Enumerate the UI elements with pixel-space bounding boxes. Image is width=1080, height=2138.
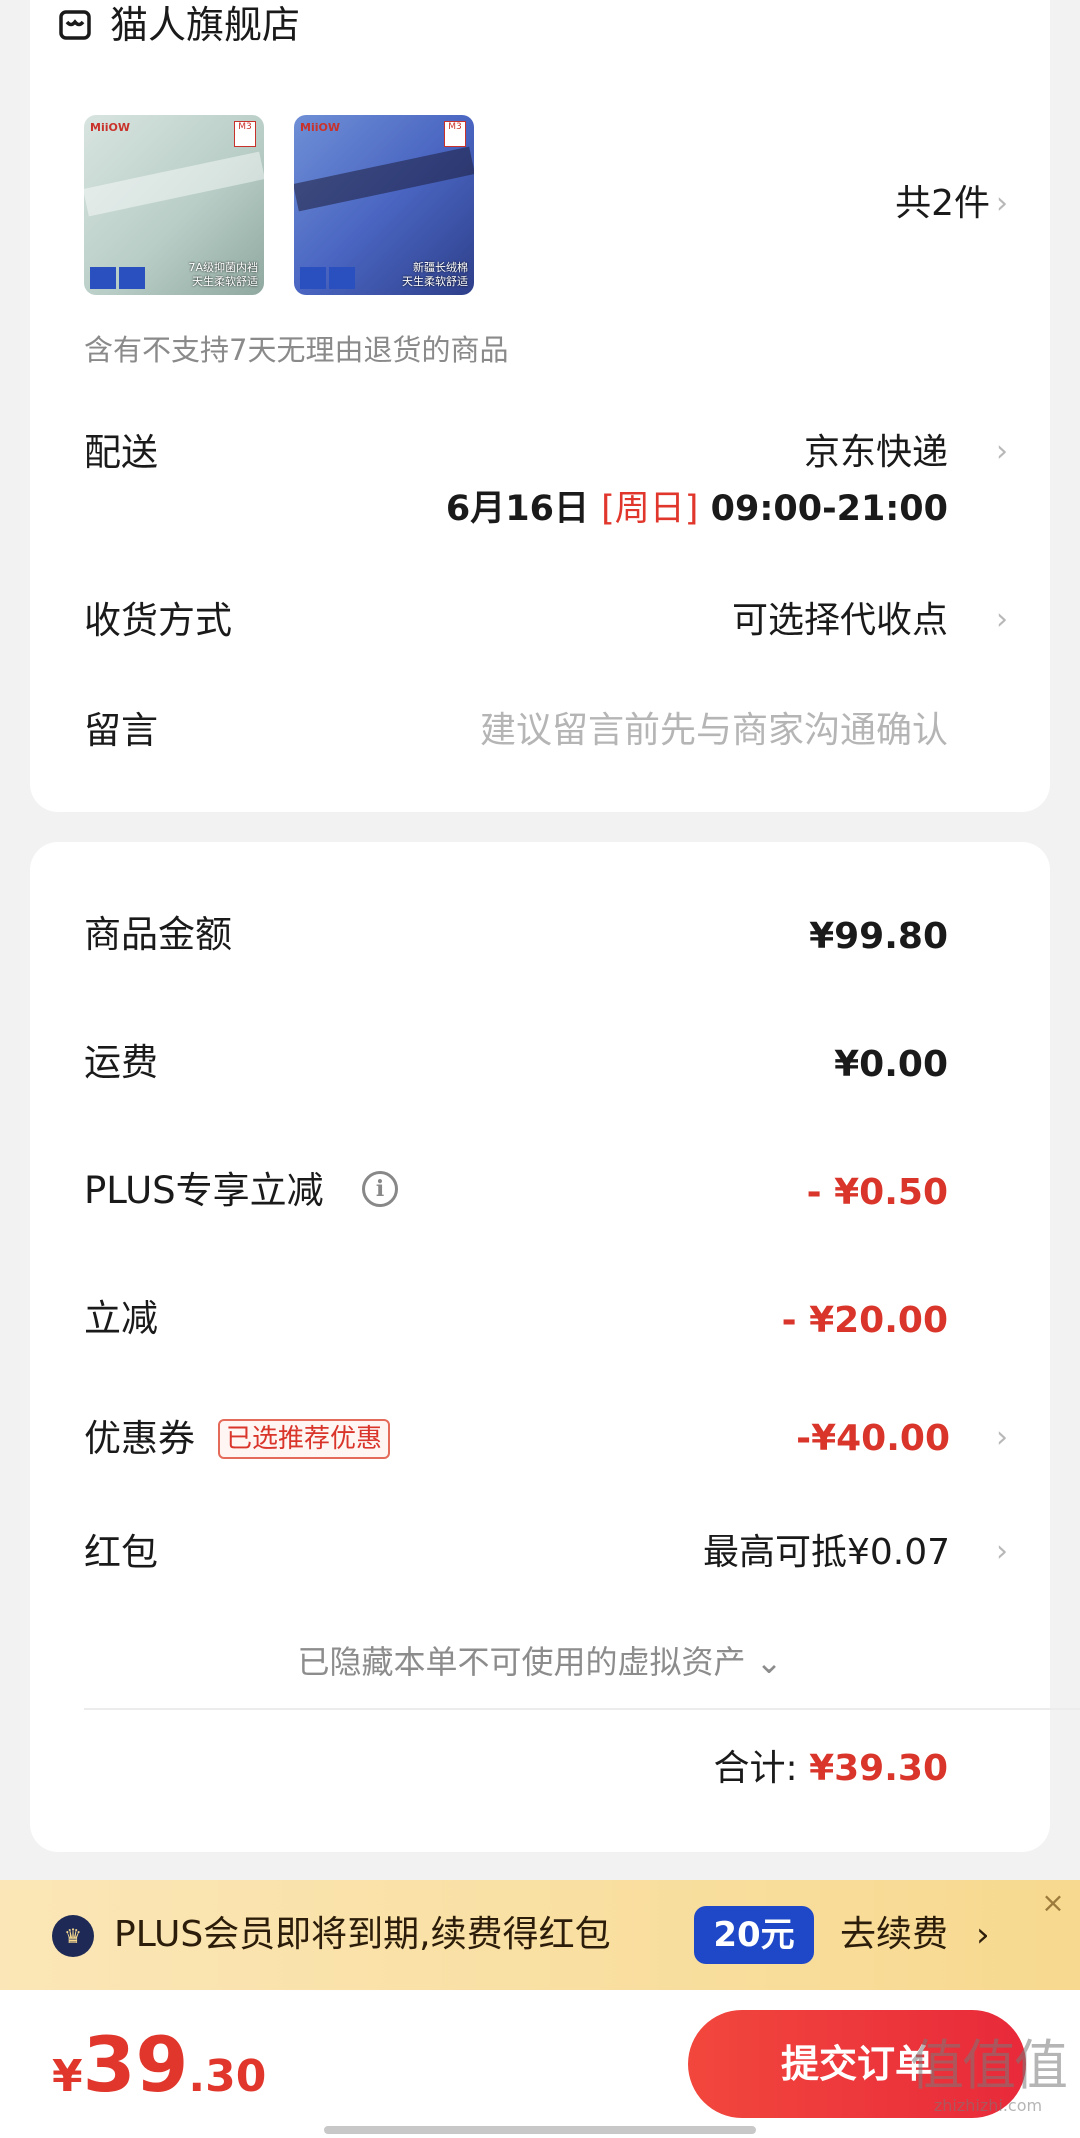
home-indicator[interactable]	[324, 2126, 756, 2134]
watermark-logo: 值值值 zhizhizhi.com	[910, 2034, 1068, 2116]
store-name[interactable]: 猫人旗舰店	[110, 2, 300, 48]
product-badge: M3	[234, 121, 256, 147]
plus-crown-icon: ♛	[52, 1915, 94, 1957]
close-icon[interactable]: ×	[1038, 1888, 1068, 1918]
delivery-time[interactable]: 6月16日 [周日] 09:00-21:00	[446, 486, 948, 532]
product-caption: 7A级抑菌内裆 天生柔软舒适	[188, 261, 258, 288]
plus-banner-text: PLUS会员即将到期,续费得红包	[114, 1914, 611, 1955]
product-band	[84, 151, 264, 217]
return-policy-notice: 含有不支持7天无理由退货的商品	[84, 333, 509, 367]
red-packet-label: 红包	[84, 1531, 158, 1574]
order-total: 合计: ¥39.30	[713, 1746, 948, 1792]
product-chips	[300, 267, 355, 289]
price-details-card	[30, 842, 1050, 1852]
coupon-label: 优惠券	[84, 1417, 195, 1460]
product-thumbnail[interactable]: MiiOW M3 7A级抑菌内裆 天生柔软舒适	[84, 115, 264, 295]
pay-amount-decimal: .30	[188, 2051, 267, 2102]
plus-discount-label: PLUS专享立减	[84, 1169, 324, 1212]
shipping-fee-value: ¥0.00	[834, 1044, 948, 1085]
instant-discount-label: 立减	[84, 1297, 158, 1340]
plus-renew-link[interactable]: 去续费	[840, 1910, 948, 1960]
message-label: 留言	[84, 709, 158, 752]
hidden-assets-toggle[interactable]: 已隐藏本单不可使用的虚拟资产 ⌄	[0, 1640, 1080, 1684]
chevron-right-icon: ›	[996, 1420, 1008, 1455]
product-brand: MiiOW	[300, 121, 340, 134]
info-icon[interactable]: i	[362, 1171, 398, 1207]
plus-renewal-banner[interactable]: ♛ PLUS会员即将到期,续费得红包 20元 去续费 › ×	[0, 1880, 1080, 1990]
delivery-weekday: [周日]	[601, 489, 699, 529]
message-input[interactable]: 建议留言前先与商家沟通确认	[480, 708, 948, 754]
goods-amount-label: 商品金额	[84, 913, 232, 956]
store-icon	[59, 10, 91, 40]
goods-amount-value: ¥99.80	[809, 916, 948, 957]
delivery-date: 6月16日	[445, 489, 589, 529]
delivery-window: 09:00-21:00	[710, 489, 948, 529]
chevron-right-icon: ›	[996, 186, 1008, 221]
item-count[interactable]: 共2件	[895, 182, 990, 226]
delivery-label: 配送	[84, 431, 158, 474]
product-caption: 新疆长绒棉 天生柔软舒适	[402, 261, 468, 288]
chevron-right-icon: ›	[996, 1534, 1008, 1569]
product-thumbnail[interactable]: MiiOW M3 新疆长绒棉 天生柔软舒适	[294, 115, 474, 295]
plus-reward-badge: 20元	[694, 1906, 814, 1964]
chevron-right-icon: ›	[996, 434, 1008, 469]
delivery-carrier[interactable]: 京东快递	[804, 430, 948, 476]
product-brand: MiiOW	[90, 121, 130, 134]
instant-discount-value: - ¥20.00	[781, 1300, 948, 1341]
pay-amount-integer: 39	[82, 2020, 189, 2109]
receive-method-value[interactable]: 可选择代收点	[732, 598, 948, 644]
coupon-value[interactable]: -¥40.00	[796, 1416, 950, 1462]
receive-method-label: 收货方式	[84, 599, 232, 642]
red-packet-value[interactable]: 最高可抵¥0.07	[703, 1530, 950, 1576]
total-amount: ¥39.30	[809, 1748, 948, 1789]
product-badge: M3	[444, 121, 466, 147]
chevron-right-icon: ›	[996, 602, 1008, 637]
chevron-right-icon: ›	[976, 1915, 990, 1955]
divider	[84, 1708, 1080, 1710]
plus-discount-value: - ¥0.50	[806, 1172, 948, 1213]
coupon-recommended-tag: 已选推荐优惠	[218, 1419, 391, 1459]
pay-currency: ¥	[52, 2051, 83, 2102]
pay-amount: ¥39.30	[52, 2020, 266, 2109]
product-band	[294, 146, 474, 212]
product-chips	[90, 267, 145, 289]
shipping-fee-label: 运费	[84, 1041, 158, 1084]
total-label: 合计:	[713, 1748, 798, 1789]
